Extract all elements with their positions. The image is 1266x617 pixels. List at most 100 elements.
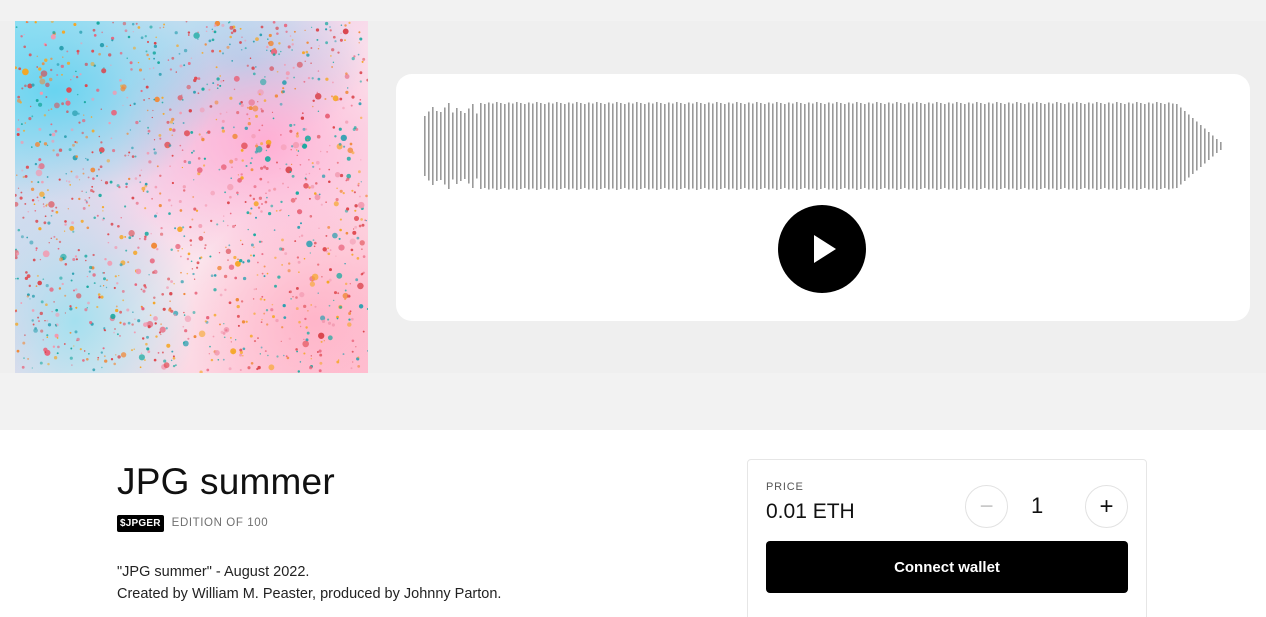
speckle: [213, 313, 217, 317]
speckle: [207, 130, 211, 134]
speckle: [213, 30, 217, 34]
speckle: [175, 243, 181, 250]
speckle: [110, 313, 116, 320]
speckle: [259, 297, 263, 301]
speckle: [280, 200, 283, 204]
speckle: [153, 41, 157, 45]
speckle: [44, 43, 47, 47]
increase-quantity-button[interactable]: +: [1085, 485, 1128, 528]
speckle: [219, 112, 222, 115]
speckle: [16, 127, 20, 132]
speckle: [158, 72, 162, 76]
speckle: [56, 337, 59, 339]
speckle: [282, 80, 287, 85]
connect-wallet-button[interactable]: Connect wallet: [766, 541, 1128, 593]
speckle: [251, 133, 256, 139]
speckle: [197, 77, 201, 80]
waveform-bar: [816, 102, 818, 190]
speckle: [357, 365, 361, 368]
speckle: [285, 71, 290, 76]
play-button[interactable]: [778, 205, 866, 293]
speckle: [15, 66, 17, 70]
waveform-bar: [1020, 103, 1022, 189]
waveform-bar: [980, 103, 982, 189]
speckle: [276, 70, 279, 73]
speckle: [183, 314, 186, 316]
speckle: [193, 335, 197, 339]
waveform-bar: [884, 104, 886, 188]
audio-waveform[interactable]: [424, 100, 1224, 192]
speckle: [39, 91, 44, 95]
decrease-quantity-button[interactable]: −: [965, 485, 1008, 528]
speckle: [298, 320, 301, 324]
speckle: [318, 332, 325, 339]
speckle: [138, 68, 143, 72]
speckle: [31, 198, 35, 202]
waveform-bar: [696, 102, 698, 190]
ticker-badge[interactable]: $JPGER: [117, 514, 164, 532]
speckle: [20, 235, 24, 239]
speckle: [153, 148, 156, 151]
waveform-bar: [604, 104, 606, 188]
speckle: [261, 253, 264, 256]
waveform-bar: [784, 104, 786, 188]
speckle: [193, 207, 197, 211]
speckle: [329, 268, 332, 272]
speckle: [132, 46, 136, 50]
speckle: [69, 307, 73, 311]
speckle: [97, 168, 100, 171]
speckle: [137, 61, 140, 64]
waveform-bar: [856, 102, 858, 190]
waveform-bar: [1144, 104, 1146, 188]
speckle: [131, 22, 135, 26]
speckle: [148, 97, 150, 100]
speckle: [251, 66, 255, 70]
speckle: [303, 304, 307, 309]
speckle: [158, 133, 162, 137]
speckle: [206, 368, 210, 372]
speckle: [307, 309, 309, 312]
waveform-bar: [656, 102, 658, 190]
waveform-bar: [964, 104, 966, 188]
speckle: [187, 252, 191, 256]
speckle: [227, 259, 229, 261]
speckle: [266, 323, 269, 326]
speckle: [184, 329, 188, 333]
speckle: [228, 367, 232, 371]
speckle: [274, 284, 277, 288]
speckle: [223, 215, 225, 217]
speckle: [93, 282, 96, 285]
release-details: JPG summer $JPGER EDITION OF 100 "JPG su…: [0, 430, 1266, 617]
speckle: [355, 278, 359, 282]
speckle: [143, 359, 146, 362]
speckle: [292, 141, 300, 149]
speckle: [257, 261, 259, 264]
speckle: [338, 244, 345, 251]
waveform-bar: [1000, 103, 1002, 189]
speckle: [306, 53, 310, 57]
speckle: [58, 178, 61, 181]
speckle: [252, 105, 259, 112]
waveform-bar: [1188, 114, 1190, 178]
speckle: [146, 347, 150, 351]
speckle: [244, 47, 247, 50]
speckle: [78, 197, 81, 201]
speckle: [345, 231, 349, 235]
speckle: [209, 255, 212, 258]
speckle: [72, 289, 76, 292]
waveform-bar: [992, 103, 994, 189]
speckle: [113, 362, 116, 366]
speckle: [50, 237, 53, 240]
speckle: [141, 337, 145, 340]
speckle: [27, 83, 33, 89]
speckle: [216, 223, 219, 226]
speckle: [217, 358, 220, 361]
speckle: [82, 206, 86, 210]
speckle: [242, 347, 246, 351]
speckle: [64, 135, 67, 138]
speckle: [143, 284, 147, 287]
waveform-bar: [984, 104, 986, 188]
speckle: [55, 210, 59, 214]
speckle: [279, 247, 283, 251]
speckle: [312, 165, 315, 168]
